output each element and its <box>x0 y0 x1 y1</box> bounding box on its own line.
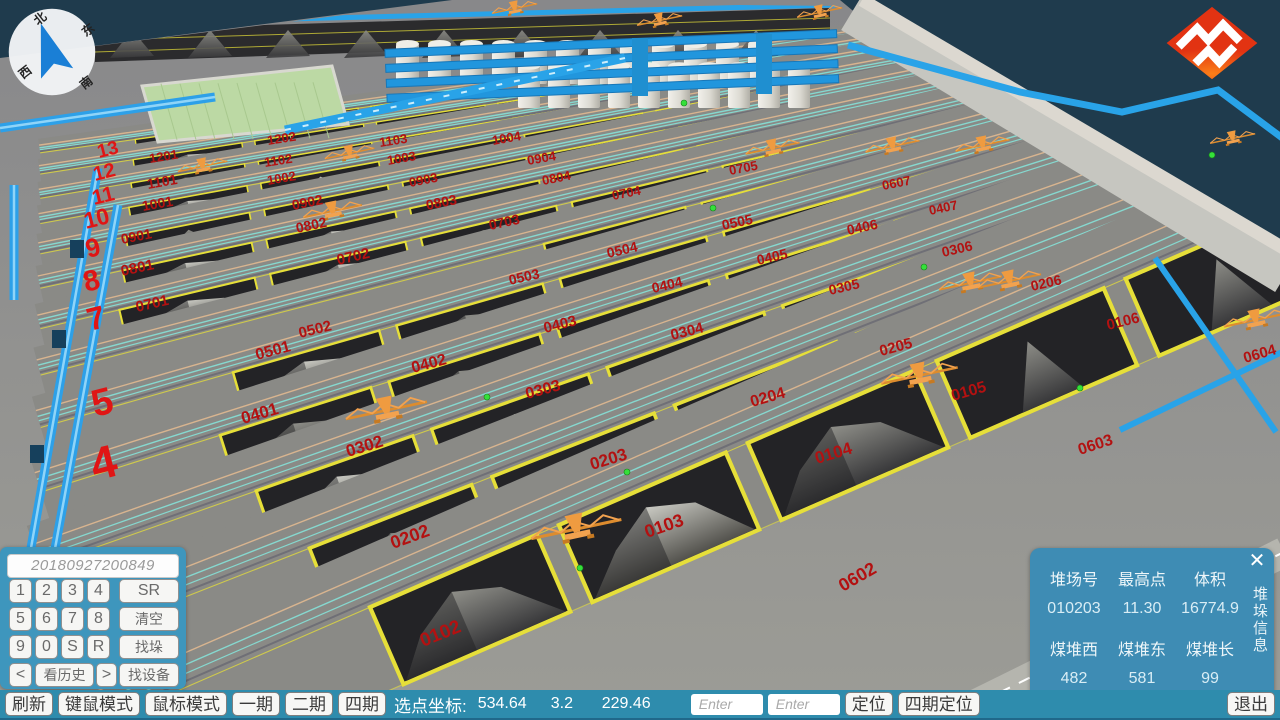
keypad-button[interactable]: 2 <box>35 579 58 603</box>
coord-value-x: 534.64 <box>478 695 540 713</box>
app-root: 1202120111031102110110041003100210010904… <box>0 0 1280 720</box>
phase4-locate-button[interactable]: 四期定位 <box>898 692 980 716</box>
keypad-button[interactable]: 5 <box>9 607 32 631</box>
coord-value-y: 3.2 <box>551 695 591 713</box>
pile-info-values: 48258199 <box>1040 670 1244 688</box>
coord-input-1[interactable] <box>691 694 763 715</box>
exit-button[interactable]: 退出 <box>1227 692 1275 716</box>
toolbar-button-0[interactable]: 刷新 <box>5 692 53 716</box>
status-dot <box>484 394 490 400</box>
info-value: 581 <box>1108 670 1176 688</box>
info-value: 010203 <box>1040 600 1108 618</box>
toolbar-button-5[interactable]: 四期 <box>338 692 386 716</box>
side-label-char: 息 <box>1252 637 1269 654</box>
toolbar-button-2[interactable]: 鼠标模式 <box>145 692 227 716</box>
keypad-button[interactable]: 0 <box>35 635 58 659</box>
side-label-char: 信 <box>1252 620 1269 637</box>
status-dot <box>681 100 687 106</box>
side-label-char: 堆 <box>1252 586 1269 603</box>
keypad-button[interactable]: S <box>61 635 84 659</box>
status-dot <box>624 469 630 475</box>
keypad-button[interactable]: 找设备 <box>119 663 179 687</box>
status-dot <box>1077 385 1083 391</box>
keypad-button[interactable]: R <box>87 635 110 659</box>
toolbar-button-4[interactable]: 二期 <box>285 692 333 716</box>
keypad-button[interactable]: SR <box>119 579 179 603</box>
keypad-button[interactable]: 清空 <box>119 607 179 631</box>
info-value: 16774.9 <box>1176 600 1244 618</box>
keypad-button[interactable]: 7 <box>61 607 84 631</box>
side-label-char: 垛 <box>1252 603 1269 620</box>
panel-side-label: 堆垛信息 <box>1252 586 1269 654</box>
pile-info-panel: ✕ 堆场号最高点体积 01020311.3016774.9 煤堆西煤堆东煤堆长 482… <box>1030 548 1274 708</box>
status-dot <box>921 264 927 270</box>
coord-value-z: 229.46 <box>602 695 672 713</box>
locate-button[interactable]: 定位 <box>845 692 893 716</box>
keypad-button[interactable]: 6 <box>35 607 58 631</box>
keypad-button[interactable]: 8 <box>87 607 110 631</box>
timestamp-display[interactable]: 20180927200849 <box>7 554 179 578</box>
pile-info-values: 01020311.3016774.9 <box>1040 600 1244 618</box>
keypad-button[interactable]: 4 <box>87 579 110 603</box>
keypad-button[interactable]: 找垛 <box>119 635 179 659</box>
pile-info-headers: 煤堆西煤堆东煤堆长 <box>1040 636 1244 660</box>
compass[interactable]: 北东西南 <box>5 5 99 99</box>
toolbar-button-1[interactable]: 键鼠模式 <box>58 692 140 716</box>
info-header: 最高点 <box>1108 566 1176 590</box>
info-value: 482 <box>1040 670 1108 688</box>
status-dot <box>710 205 716 211</box>
info-header: 煤堆长 <box>1176 636 1244 660</box>
keypad-button[interactable]: 1 <box>9 579 32 603</box>
coord-input-2[interactable] <box>768 694 840 715</box>
info-header: 煤堆东 <box>1108 636 1176 660</box>
info-header: 体积 <box>1176 566 1244 590</box>
coord-label: 选点坐标: <box>394 692 467 717</box>
info-value: 11.30 <box>1108 600 1176 618</box>
status-dot <box>1209 152 1215 158</box>
keypad-button[interactable]: 3 <box>61 579 84 603</box>
keypad-panel: 20180927200849 1234SR5678清空90SR找垛<看历史>找设… <box>0 547 186 689</box>
info-value: 99 <box>1176 670 1244 688</box>
company-logo <box>1162 6 1262 80</box>
keypad-button[interactable]: 看历史 <box>35 663 94 687</box>
keypad-button[interactable]: < <box>9 663 32 687</box>
keypad-button[interactable]: > <box>96 663 117 687</box>
info-header: 煤堆西 <box>1040 636 1108 660</box>
bottom-toolbar: 刷新键鼠模式鼠标模式一期二期四期选点坐标: 534.64 3.2 229.46 定位四期… <box>0 690 1280 720</box>
close-icon[interactable]: ✕ <box>1246 550 1268 572</box>
pile-info-headers: 堆场号最高点体积 <box>1040 566 1244 590</box>
toolbar-button-3[interactable]: 一期 <box>232 692 280 716</box>
info-header: 堆场号 <box>1040 566 1108 590</box>
status-dot <box>577 565 583 571</box>
keypad-button[interactable]: 9 <box>9 635 32 659</box>
